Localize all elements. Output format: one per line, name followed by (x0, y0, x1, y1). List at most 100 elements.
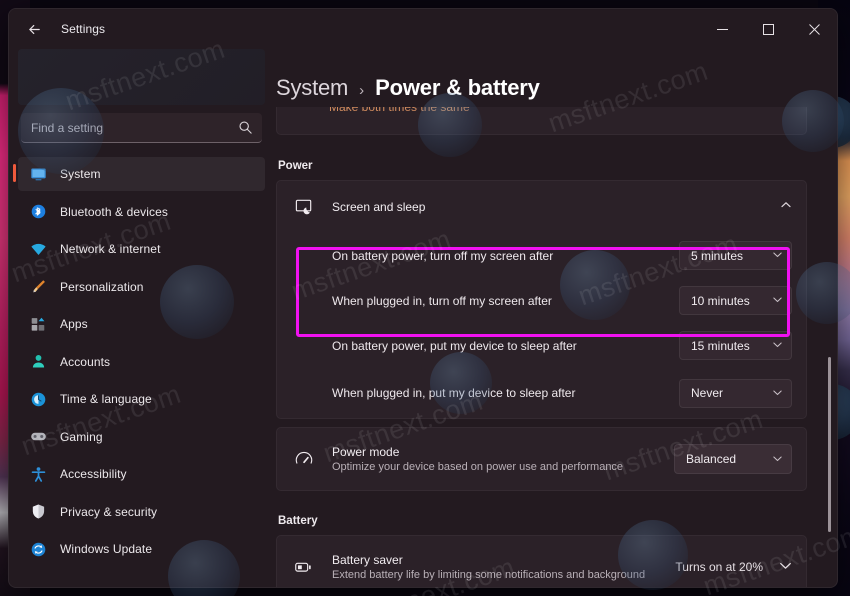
accessibility-icon (30, 466, 47, 483)
sidebar-item-label: Apps (60, 317, 88, 331)
sidebar: System Bluetooth & devices (9, 49, 274, 587)
sidebar-item-label: Time & language (60, 392, 152, 406)
sidebar-item-accessibility[interactable]: Accessibility (18, 457, 265, 491)
sidebar-item-accounts[interactable]: Accounts (18, 345, 265, 379)
minimize-icon (716, 28, 728, 30)
chevron-up-icon[interactable] (780, 198, 792, 216)
turn-off-screen-on-battery-dropdown[interactable]: 5 minutes (679, 241, 792, 270)
breadcrumb: System › Power & battery (276, 75, 540, 107)
battery-saver-description: Extend battery life by limiting some not… (332, 569, 646, 581)
sidebar-item-bluetooth-devices[interactable]: Bluetooth & devices (18, 195, 265, 229)
sleep-on-battery-dropdown[interactable]: 15 minutes (679, 331, 792, 360)
bluetooth-icon (30, 203, 47, 220)
sidebar-item-label: Bluetooth & devices (60, 204, 168, 219)
minimize-button[interactable] (699, 9, 745, 49)
chevron-down-icon[interactable] (779, 559, 792, 575)
battery-saver-text: Battery saver Extend battery life by lim… (332, 553, 645, 581)
title-bar: Settings (9, 9, 837, 49)
sidebar-item-apps[interactable]: Apps (18, 307, 265, 341)
maximize-button[interactable] (745, 9, 791, 49)
sleep-on-battery-row: On battery power, put my device to sleep… (277, 323, 806, 368)
dropdown-value: Balanced (686, 452, 737, 466)
battery-saver-card[interactable]: Battery saver Extend battery life by lim… (276, 535, 807, 587)
scrollbar[interactable] (824, 107, 834, 587)
app-title: Settings (61, 22, 106, 36)
power-section-label: Power (278, 160, 313, 172)
sidebar-item-privacy-security[interactable]: Privacy & security (18, 495, 265, 529)
screen-and-sleep-card: Screen and sleep On battery power, turn … (276, 180, 807, 419)
gauge-icon (293, 448, 315, 470)
settings-window: Settings Find a setting System Bluetooth… (8, 8, 838, 588)
update-icon (30, 541, 47, 558)
arrow-left-icon (28, 24, 40, 34)
chevron-down-icon (772, 453, 783, 466)
sidebar-item-label: Privacy & security (60, 504, 158, 519)
scrollbar-thumb[interactable] (828, 357, 831, 532)
power-mode-text: Power mode Optimize your device based on… (332, 445, 623, 473)
dropdown-value: 15 minutes (691, 338, 750, 353)
sidebar-item-label: Personalization (60, 279, 144, 294)
breadcrumb-separator: › (359, 82, 365, 99)
power-mode-description: Optimize your device based on power use … (332, 461, 624, 473)
breadcrumb-parent[interactable]: System (276, 75, 348, 101)
status-badge: Turns on at 20% (675, 560, 763, 574)
window-body: System Bluetooth & devices (9, 49, 837, 587)
battery-saver-row: Battery saver Extend battery life by lim… (277, 536, 806, 587)
row-label: On battery power, put my device to sleep… (332, 338, 577, 353)
sleep-plugged-in-row: When plugged in, put my device to sleep … (277, 368, 806, 418)
row-label: On battery power, turn off my screen aft… (332, 248, 554, 263)
sidebar-item-network-internet[interactable]: Network & internet (18, 232, 265, 266)
close-button[interactable] (791, 9, 837, 49)
row-label: When plugged in, turn off my screen afte… (332, 293, 552, 308)
maximize-icon (762, 23, 774, 35)
monitor-moon-icon (293, 196, 315, 218)
close-icon (808, 23, 820, 35)
sidebar-item-label: Network & internet (60, 242, 161, 256)
wifi-icon (30, 241, 47, 258)
screen-and-sleep-title: Screen and sleep (332, 200, 426, 214)
clock-icon (30, 391, 47, 408)
gamepad-icon (30, 428, 47, 445)
chevron-down-icon (772, 387, 783, 400)
screen-and-sleep-header[interactable]: Screen and sleep (277, 181, 806, 233)
dropdown-value: 5 minutes (691, 248, 744, 263)
person-icon (30, 353, 47, 370)
sidebar-item-personalization[interactable]: Personalization (18, 270, 265, 304)
caption-buttons (699, 9, 837, 49)
page-header: System › Power & battery (274, 49, 837, 107)
desktop-background: Settings Find a setting System Bluetooth… (0, 0, 850, 596)
sidebar-item-gaming[interactable]: Gaming (18, 420, 265, 454)
sidebar-item-time-language[interactable]: Time & language (18, 382, 265, 416)
battery-saver-status-group: Turns on at 20% (675, 559, 792, 575)
dropdown-value: Never (691, 386, 724, 400)
account-profile-block[interactable] (18, 49, 265, 105)
search-input[interactable] (21, 113, 262, 143)
battery-saver-title: Battery saver (332, 553, 403, 567)
sidebar-item-label: Windows Update (60, 542, 153, 556)
battery-saver-icon (293, 556, 315, 578)
shield-icon (30, 503, 47, 520)
power-mode-dropdown[interactable]: Balanced (674, 444, 792, 474)
search-box (21, 113, 262, 143)
sidebar-item-label: Accounts (60, 354, 111, 369)
monitor-icon (30, 166, 47, 183)
main-content: Make both times the same System › Power … (274, 49, 837, 587)
turn-off-screen-plugged-in-row: When plugged in, turn off my screen afte… (277, 278, 806, 323)
settings-scroll-region: Power Screen and sleep On battery power,… (274, 49, 837, 587)
chevron-down-icon (772, 249, 783, 262)
sidebar-item-windows-update[interactable]: Windows Update (18, 532, 265, 566)
power-mode-title: Power mode (332, 445, 400, 459)
back-button[interactable] (17, 14, 51, 44)
sidebar-item-label: Gaming (60, 429, 103, 444)
dropdown-value: 10 minutes (691, 293, 750, 308)
power-mode-row: Power mode Optimize your device based on… (277, 428, 806, 490)
sidebar-item-system[interactable]: System (13, 157, 265, 191)
sidebar-item-label: Accessibility (60, 467, 127, 481)
turn-off-screen-plugged-in-dropdown[interactable]: 10 minutes (679, 286, 792, 315)
power-mode-card[interactable]: Power mode Optimize your device based on… (276, 427, 807, 491)
sidebar-item-label: System (60, 167, 101, 181)
apps-grid-icon (30, 316, 47, 333)
sleep-plugged-in-dropdown[interactable]: Never (679, 378, 792, 408)
page-title: Power & battery (375, 75, 540, 100)
battery-section-label: Battery (278, 515, 318, 527)
